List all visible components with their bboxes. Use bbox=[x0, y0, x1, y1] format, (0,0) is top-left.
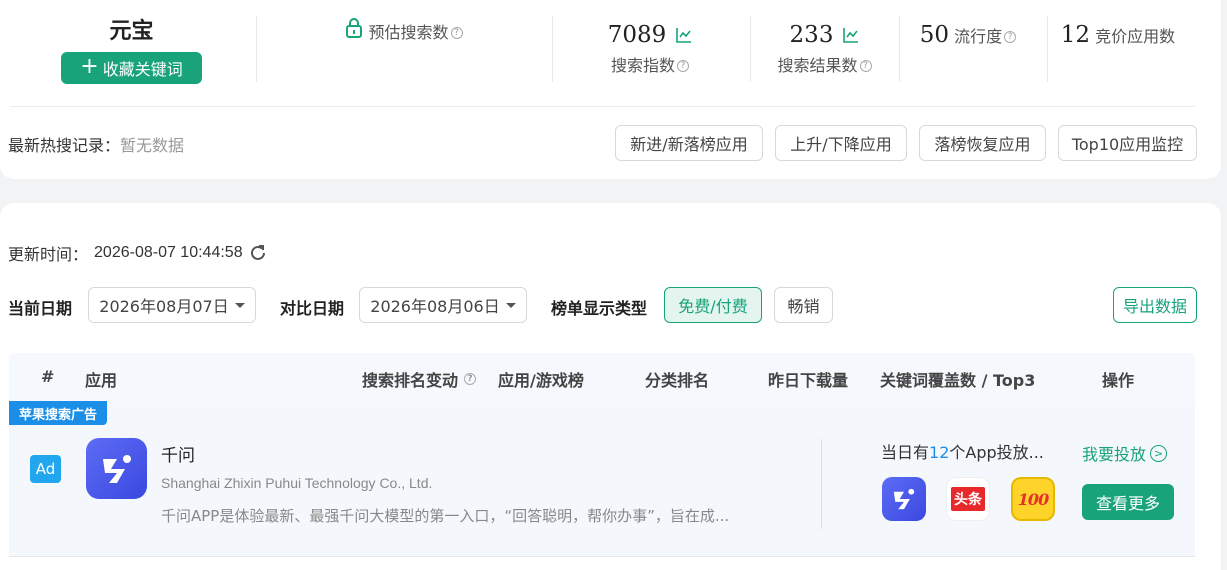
estimated-search-stat: 预估搜索数? bbox=[300, 18, 508, 45]
ad-badge: Ad bbox=[30, 455, 61, 483]
app-developer: Shanghai Zhixin Puhui Technology Co., Lt… bbox=[161, 475, 433, 491]
search-index-stat: 7089 搜索指数? bbox=[575, 18, 725, 78]
popularity-stat: 50 流行度? bbox=[910, 18, 1026, 52]
favorite-keyword-label: 收藏关键词 bbox=[102, 60, 183, 79]
rise-fall-button[interactable]: 上升/下降应用 bbox=[775, 125, 907, 161]
qianwen-app-icon[interactable] bbox=[86, 438, 147, 499]
divider bbox=[750, 16, 751, 82]
list-type-free-paid[interactable]: 免费/付费 bbox=[664, 287, 762, 323]
estimated-search-label: 预估搜索数 bbox=[368, 23, 449, 42]
bid-apps-stat: 12 竞价应用数 bbox=[1059, 18, 1177, 52]
divider bbox=[821, 439, 822, 529]
search-results-value: 233 bbox=[789, 22, 834, 48]
coverage-count: 12 bbox=[929, 443, 950, 462]
app-name: 元宝 bbox=[109, 19, 154, 44]
divider bbox=[1047, 16, 1048, 82]
toutiao-icon[interactable]: 头条 bbox=[946, 477, 990, 521]
keyword-coverage: 当日有12个App投放... bbox=[881, 439, 1044, 463]
update-time-label: 更新时间： bbox=[8, 245, 89, 264]
list-type-grossing[interactable]: 畅销 bbox=[774, 287, 833, 323]
table-header: # 应用 搜索排名变动? 应用/游戏榜 分类排名 昨日下载量 关键词覆盖数 / … bbox=[9, 353, 1195, 401]
bid-apps-label: 竞价应用数 bbox=[1095, 27, 1176, 46]
keyword-app-block: 元宝 bbox=[61, 16, 202, 48]
chevron-right-circle-icon: > bbox=[1150, 444, 1168, 462]
search-results-stat: 233 搜索结果数? bbox=[762, 18, 887, 78]
search-index-label: 搜索指数 bbox=[610, 56, 675, 75]
compare-date-select[interactable]: 2026年08月06日 bbox=[359, 287, 527, 323]
update-time: 更新时间： 2026-08-07 10:44:58 bbox=[8, 241, 267, 265]
col-actions: 操作 bbox=[1102, 371, 1135, 390]
divider bbox=[256, 16, 257, 82]
plus-icon: + bbox=[80, 54, 99, 79]
recovered-apps-button[interactable]: 落榜恢复应用 bbox=[919, 125, 1046, 161]
current-date-select[interactable]: 2026年08月07日 bbox=[88, 287, 256, 323]
hot-search-record: 最新热搜记录：暂无数据 bbox=[8, 132, 184, 156]
caret-down-icon bbox=[505, 302, 516, 308]
coverage-suffix: 个App投放... bbox=[949, 443, 1044, 462]
divider bbox=[552, 16, 553, 82]
search-index-value: 7089 bbox=[607, 22, 667, 48]
100-icon[interactable]: 100 bbox=[1011, 477, 1055, 521]
help-icon[interactable]: ? bbox=[1004, 31, 1017, 43]
toutiao-text: 头条 bbox=[951, 487, 985, 511]
caret-down-icon bbox=[234, 302, 245, 308]
export-data-button[interactable]: 导出数据 bbox=[1113, 287, 1197, 323]
trend-chart-icon[interactable] bbox=[843, 27, 859, 43]
new-entries-button[interactable]: 新进/新落榜应用 bbox=[615, 125, 763, 161]
col-keyword-coverage: 关键词覆盖数 / Top3 bbox=[880, 371, 1036, 390]
trend-chart-icon[interactable] bbox=[676, 27, 692, 43]
col-index: # bbox=[41, 367, 55, 386]
col-yesterday-downloads: 昨日下载量 bbox=[768, 371, 849, 390]
invest-label: 我要投放 bbox=[1082, 445, 1147, 464]
search-results-label: 搜索结果数 bbox=[777, 56, 858, 75]
keyword-summary-card: 元宝 + 收藏关键词 预估搜索数? 7089 搜索指数? 233 搜索结果数? bbox=[0, 0, 1221, 179]
update-time-value: 2026-08-07 10:44:58 bbox=[94, 244, 243, 261]
help-icon[interactable]: ? bbox=[464, 373, 477, 385]
hot-search-label: 最新热搜记录： bbox=[8, 136, 121, 155]
hot-search-value: 暂无数据 bbox=[120, 136, 185, 155]
popularity-value: 50 bbox=[919, 22, 950, 48]
compare-date-value: 2026年08月06日 bbox=[370, 297, 500, 316]
help-icon[interactable]: ? bbox=[450, 27, 463, 39]
current-date-value: 2026年08月07日 bbox=[99, 297, 229, 316]
filter-bar: 当前日期 2026年08月07日 对比日期 2026年08月06日 榜单显示类型… bbox=[0, 287, 1221, 325]
invest-link[interactable]: 我要投放 > bbox=[1082, 441, 1168, 465]
help-icon[interactable]: ? bbox=[859, 60, 872, 72]
stats-row: 元宝 + 收藏关键词 预估搜索数? 7089 搜索指数? 233 搜索结果数? bbox=[0, 0, 1221, 100]
favorite-keyword-button[interactable]: + 收藏关键词 bbox=[61, 52, 202, 84]
col-rank-change-label: 搜索排名变动 bbox=[362, 371, 459, 390]
list-type-label: 榜单显示类型 bbox=[551, 299, 648, 318]
col-category-rank: 分类排名 bbox=[645, 371, 710, 390]
qianwen-icon[interactable] bbox=[882, 477, 926, 521]
popularity-label: 流行度 bbox=[954, 27, 1003, 46]
lock-icon[interactable] bbox=[345, 18, 363, 38]
table-row: 苹果搜索广告 Ad 千问 Shanghai Zhixin Puhui Techn… bbox=[9, 401, 1195, 557]
col-app: 应用 bbox=[85, 371, 118, 390]
divider bbox=[899, 16, 900, 82]
ranking-table: # 应用 搜索排名变动? 应用/游戏榜 分类排名 昨日下载量 关键词覆盖数 / … bbox=[9, 353, 1195, 558]
compare-date-label: 对比日期 bbox=[280, 299, 345, 318]
app-name[interactable]: 千问 bbox=[161, 441, 195, 466]
help-icon[interactable]: ? bbox=[677, 60, 689, 72]
apple-search-ads-tag: 苹果搜索广告 bbox=[9, 401, 107, 425]
top10-monitor-button[interactable]: Top10应用监控 bbox=[1058, 125, 1197, 161]
app-description: 千问APP是体验最新、最强千问大模型的第一入口，“回答聪明，帮你办事”，旨在成.… bbox=[161, 507, 730, 525]
bid-apps-value: 12 bbox=[1060, 22, 1091, 48]
view-more-button[interactable]: 查看更多 bbox=[1082, 484, 1174, 520]
coverage-prefix: 当日有 bbox=[881, 443, 930, 462]
current-date-label: 当前日期 bbox=[8, 299, 73, 318]
ranking-card: 更新时间： 2026-08-07 10:44:58 当前日期 2026年08月07… bbox=[0, 203, 1221, 570]
divider bbox=[10, 106, 1195, 107]
refresh-icon[interactable] bbox=[249, 244, 267, 262]
col-rank-change[interactable]: 搜索排名变动? bbox=[362, 367, 477, 391]
col-app-game-chart: 应用/游戏榜 bbox=[498, 371, 584, 390]
hundred-text: 100 bbox=[1017, 489, 1049, 509]
